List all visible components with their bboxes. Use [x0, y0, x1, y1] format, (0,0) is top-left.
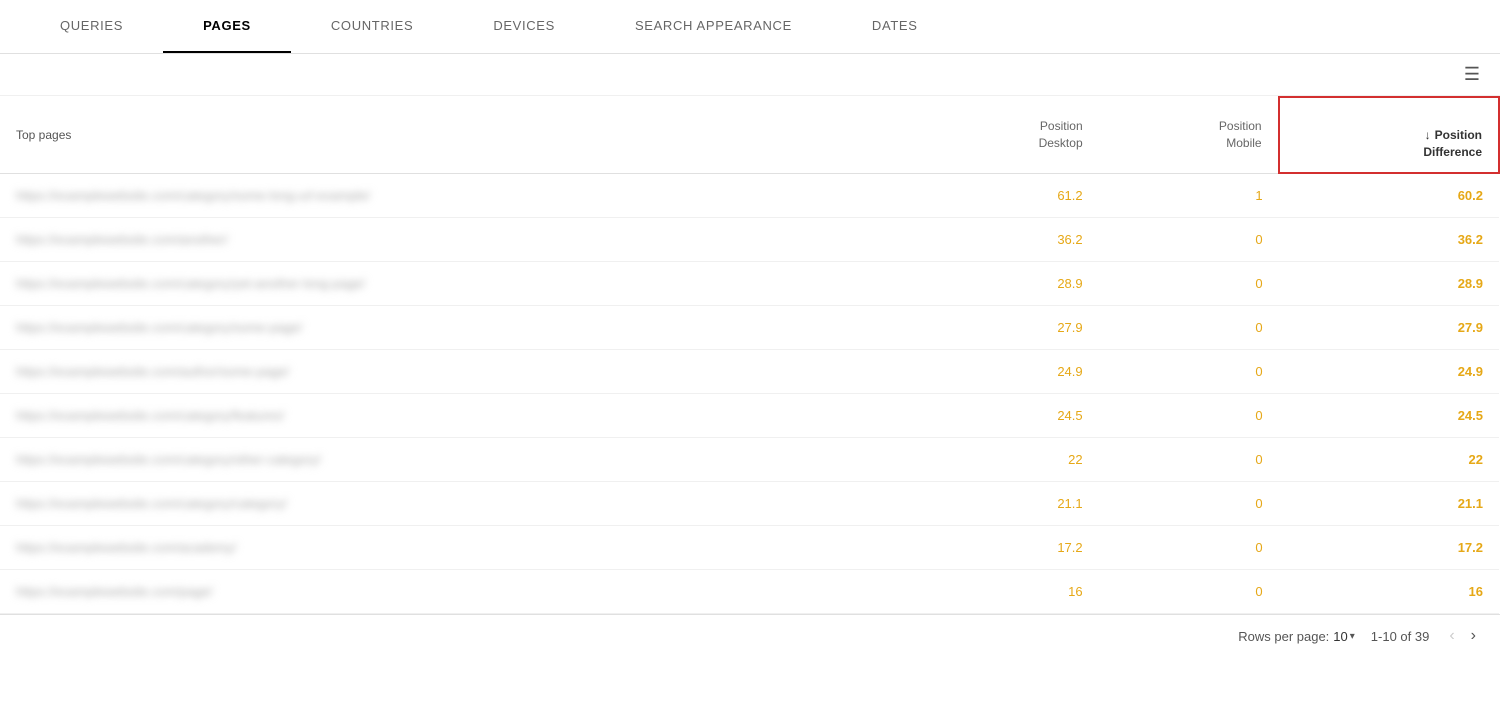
tab-queries[interactable]: QUERIES	[20, 0, 163, 53]
rows-per-page-container: Rows per page: 10 ▾	[1238, 629, 1355, 644]
table-row: https://examplewebsite.com/page/16016	[0, 570, 1499, 614]
cell-position-mobile: 0	[1099, 438, 1279, 482]
cell-page-url[interactable]: https://examplewebsite.com/category/cate…	[0, 482, 918, 526]
col-header-mobile[interactable]: Position Mobile	[1099, 97, 1279, 173]
pagination-nav: ‹ ›	[1445, 627, 1480, 645]
rows-per-page-select[interactable]: 10 ▾	[1333, 629, 1355, 644]
cell-page-url[interactable]: https://examplewebsite.com/author/some-p…	[0, 350, 918, 394]
cell-page-url[interactable]: https://examplewebsite.com/category/some…	[0, 306, 918, 350]
tab-search-appearance[interactable]: SEARCH APPEARANCE	[595, 0, 832, 53]
table-row: https://examplewebsite.com/another/36.20…	[0, 218, 1499, 262]
table-row: https://examplewebsite.com/academy/17.20…	[0, 526, 1499, 570]
table-row: https://examplewebsite.com/author/some-p…	[0, 350, 1499, 394]
table-row: https://examplewebsite.com/category/some…	[0, 173, 1499, 218]
cell-position-mobile: 0	[1099, 306, 1279, 350]
table-row: https://examplewebsite.com/category/othe…	[0, 438, 1499, 482]
cell-position-diff: 22	[1279, 438, 1499, 482]
tab-countries[interactable]: COUNTRIES	[291, 0, 453, 53]
cell-position-mobile: 0	[1099, 218, 1279, 262]
filter-icon[interactable]: ☰	[1464, 64, 1480, 85]
cell-position-diff: 17.2	[1279, 526, 1499, 570]
cell-position-desktop: 61.2	[918, 173, 1099, 218]
cell-page-url[interactable]: https://examplewebsite.com/category/feat…	[0, 394, 918, 438]
col-header-desktop[interactable]: Position Desktop	[918, 97, 1099, 173]
cell-page-url[interactable]: https://examplewebsite.com/academy/	[0, 526, 918, 570]
toolbar: ☰	[0, 54, 1500, 96]
pagination-next-button[interactable]: ›	[1467, 627, 1480, 645]
cell-position-desktop: 16	[918, 570, 1099, 614]
cell-position-desktop: 21.1	[918, 482, 1099, 526]
chevron-down-icon: ▾	[1350, 631, 1355, 642]
cell-position-diff: 60.2	[1279, 173, 1499, 218]
pagination-prev-button[interactable]: ‹	[1445, 627, 1458, 645]
cell-position-mobile: 1	[1099, 173, 1279, 218]
cell-position-diff: 24.5	[1279, 394, 1499, 438]
tab-devices[interactable]: DEVICES	[453, 0, 595, 53]
col-header-diff[interactable]: ↓Position Difference	[1279, 97, 1499, 173]
cell-position-desktop: 36.2	[918, 218, 1099, 262]
rows-per-page-label: Rows per page:	[1238, 629, 1329, 644]
rows-per-page-value: 10	[1333, 629, 1347, 644]
tab-dates[interactable]: DATES	[832, 0, 958, 53]
cell-position-desktop: 28.9	[918, 262, 1099, 306]
cell-page-url[interactable]: https://examplewebsite.com/category/othe…	[0, 438, 918, 482]
cell-position-desktop: 27.9	[918, 306, 1099, 350]
table-footer: Rows per page: 10 ▾ 1-10 of 39 ‹ ›	[0, 614, 1500, 657]
cell-position-mobile: 0	[1099, 262, 1279, 306]
cell-page-url[interactable]: https://examplewebsite.com/category/some…	[0, 173, 918, 218]
table-row: https://examplewebsite.com/category/some…	[0, 306, 1499, 350]
cell-page-url[interactable]: https://examplewebsite.com/page/	[0, 570, 918, 614]
table-row: https://examplewebsite.com/category/cate…	[0, 482, 1499, 526]
cell-position-diff: 28.9	[1279, 262, 1499, 306]
table-row: https://examplewebsite.com/category/yet-…	[0, 262, 1499, 306]
cell-page-url[interactable]: https://examplewebsite.com/another/	[0, 218, 918, 262]
cell-position-mobile: 0	[1099, 570, 1279, 614]
table-row: https://examplewebsite.com/category/feat…	[0, 394, 1499, 438]
sort-down-icon: ↓	[1425, 127, 1431, 144]
tabs-bar: QUERIES PAGES COUNTRIES DEVICES SEARCH A…	[0, 0, 1500, 54]
cell-position-desktop: 24.5	[918, 394, 1099, 438]
cell-position-diff: 36.2	[1279, 218, 1499, 262]
col-header-pages: Top pages	[0, 97, 918, 173]
cell-position-diff: 21.1	[1279, 482, 1499, 526]
cell-position-diff: 24.9	[1279, 350, 1499, 394]
cell-position-mobile: 0	[1099, 350, 1279, 394]
cell-position-diff: 27.9	[1279, 306, 1499, 350]
cell-position-mobile: 0	[1099, 482, 1279, 526]
cell-page-url[interactable]: https://examplewebsite.com/category/yet-…	[0, 262, 918, 306]
cell-position-desktop: 17.2	[918, 526, 1099, 570]
pagination-info: 1-10 of 39	[1371, 629, 1430, 644]
cell-position-mobile: 0	[1099, 526, 1279, 570]
cell-position-diff: 16	[1279, 570, 1499, 614]
cell-position-mobile: 0	[1099, 394, 1279, 438]
cell-position-desktop: 24.9	[918, 350, 1099, 394]
data-table: Top pages Position Desktop Position Mobi…	[0, 96, 1500, 614]
tab-pages[interactable]: PAGES	[163, 0, 291, 53]
cell-position-desktop: 22	[918, 438, 1099, 482]
